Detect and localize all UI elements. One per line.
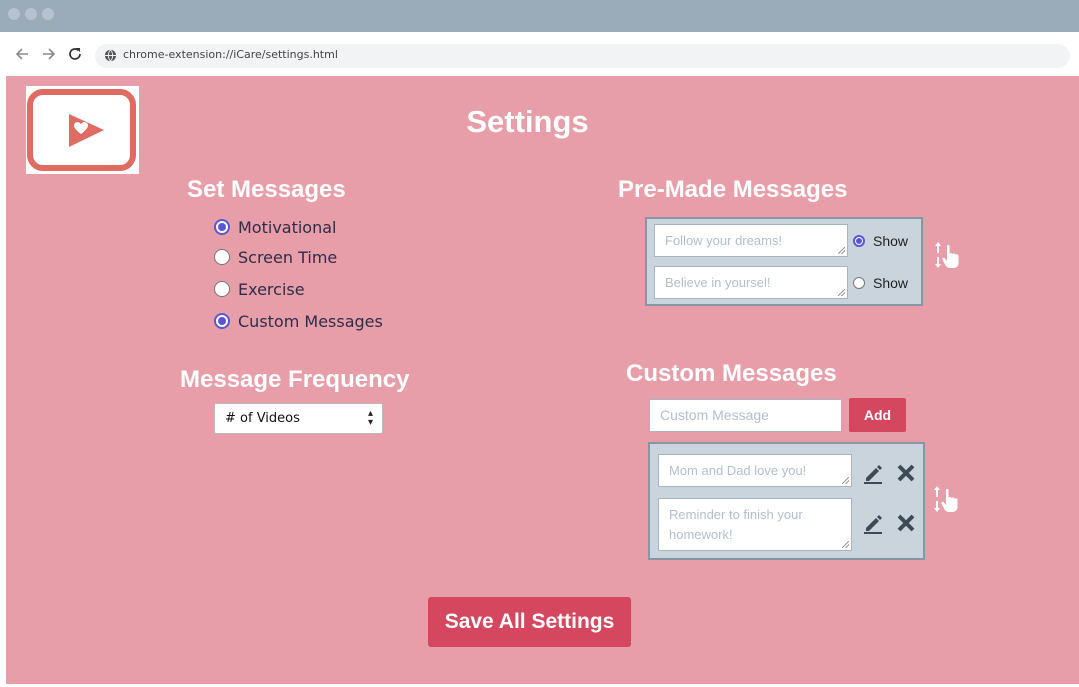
pencil-icon[interactable] (862, 462, 884, 484)
custom-message-text: Mom and Dad love you! (669, 463, 807, 478)
show-radio[interactable] (853, 277, 865, 289)
drag-reorder-icon[interactable] (931, 484, 965, 514)
window-minimize-dot[interactable] (25, 8, 37, 20)
radio-option-exercise[interactable]: Exercise (214, 278, 305, 300)
premade-messages-panel: Follow your dreams! Show Believe in your… (645, 217, 923, 306)
premade-message-field[interactable]: Believe in yoursel! (654, 266, 848, 299)
custom-message-input[interactable]: Custom Message (649, 399, 842, 432)
url-field[interactable]: chrome-extension://iCare/settings.html (95, 44, 1070, 68)
url-text: chrome-extension://iCare/settings.html (123, 48, 338, 61)
message-frequency-heading: Message Frequency (180, 366, 410, 393)
close-icon[interactable] (895, 462, 917, 484)
select-arrows-icon: ▴ ▾ (367, 408, 373, 428)
radio-label: Exercise (238, 279, 305, 299)
close-icon[interactable] (895, 512, 917, 534)
frequency-select-value: # of Videos (225, 411, 300, 426)
save-all-settings-button[interactable]: Save All Settings (428, 597, 631, 647)
custom-message-field[interactable]: Mom and Dad love you! (658, 454, 852, 487)
resize-grip[interactable] (842, 541, 849, 548)
radio-label: Screen Time (238, 247, 338, 267)
show-toggle-1[interactable]: Show (853, 233, 908, 249)
show-toggle-2[interactable]: Show (853, 275, 908, 291)
radio-button[interactable] (214, 219, 230, 235)
drag-reorder-icon[interactable] (932, 240, 966, 270)
resize-grip[interactable] (838, 247, 845, 254)
radio-option-custom-messages[interactable]: Custom Messages (214, 310, 383, 332)
browser-titlebar (0, 0, 1079, 32)
globe-icon (104, 49, 117, 62)
radio-label: Motivational (238, 217, 337, 237)
custom-message-placeholder: Custom Message (660, 407, 769, 423)
pencil-icon[interactable] (862, 512, 884, 534)
custom-messages-heading: Custom Messages (626, 360, 837, 387)
custom-message-field[interactable]: Reminder to finish your homework! (658, 498, 852, 551)
settings-page: Settings Set Messages Motivational Scree… (6, 76, 1079, 684)
forward-icon[interactable] (40, 44, 58, 64)
set-messages-heading: Set Messages (187, 176, 346, 203)
show-radio[interactable] (853, 235, 865, 247)
page-title: Settings (466, 104, 589, 139)
custom-messages-panel: Mom and Dad love you! Reminder to finish… (648, 442, 925, 560)
show-label: Show (873, 275, 909, 291)
radio-button[interactable] (214, 313, 230, 329)
radio-option-screen-time[interactable]: Screen Time (214, 246, 337, 268)
custom-message-text: Reminder to finish your homework! (669, 507, 803, 542)
premade-message-text: Believe in yoursel! (665, 275, 771, 290)
premade-messages-heading: Pre-Made Messages (618, 176, 848, 203)
show-label: Show (873, 233, 909, 249)
premade-message-text: Follow your dreams! (665, 233, 783, 248)
frequency-select[interactable]: # of Videos ▴ ▾ (214, 403, 383, 434)
radio-option-motivational[interactable]: Motivational (214, 216, 336, 238)
back-icon[interactable] (13, 44, 31, 64)
radio-label: Custom Messages (238, 311, 383, 331)
premade-message-field[interactable]: Follow your dreams! (654, 224, 848, 257)
add-button[interactable]: Add (849, 398, 906, 432)
window-close-dot[interactable] (8, 8, 20, 20)
window-maximize-dot[interactable] (42, 8, 54, 20)
radio-button[interactable] (214, 281, 230, 297)
resize-grip[interactable] (838, 289, 845, 296)
radio-button[interactable] (214, 249, 230, 265)
resize-grip[interactable] (842, 477, 849, 484)
reload-icon[interactable] (66, 44, 84, 64)
